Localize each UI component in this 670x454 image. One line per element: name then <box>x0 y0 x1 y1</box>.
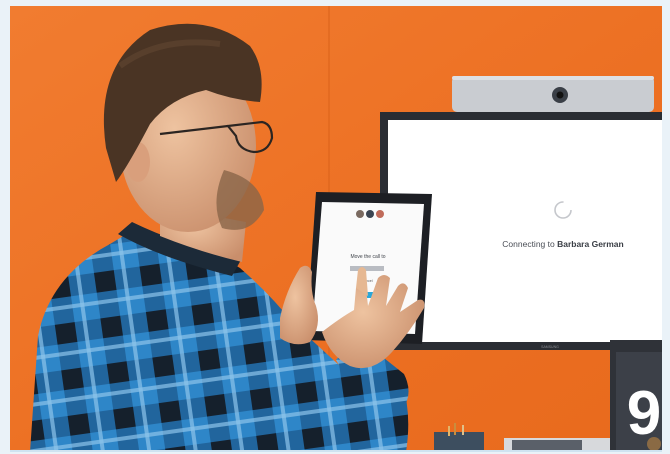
image-bottom-border <box>10 450 662 452</box>
tv-contact-name: Barbara German <box>557 239 624 249</box>
camera-bar <box>452 76 654 112</box>
tablet-title: Move the call to <box>350 254 385 260</box>
tablet-avatar-1 <box>356 210 364 218</box>
tablet-avatar-2 <box>366 210 374 218</box>
svg-text:Connecting to Barbara Ge: Connecting to Barbara German <box>502 239 623 249</box>
tablet-device-option[interactable] <box>350 266 384 271</box>
pen-holder <box>434 432 484 452</box>
tv-connecting-label: Connecting to <box>502 239 555 249</box>
photo-scene: Connecting to Barbara German SAMSUNG 9 M… <box>10 6 662 452</box>
scene-svg: Connecting to Barbara German SAMSUNG 9 M… <box>10 6 662 452</box>
pine-cone <box>647 437 661 451</box>
tablet-avatar-3 <box>376 210 384 218</box>
tv-brand-logo: SAMSUNG <box>541 345 559 349</box>
